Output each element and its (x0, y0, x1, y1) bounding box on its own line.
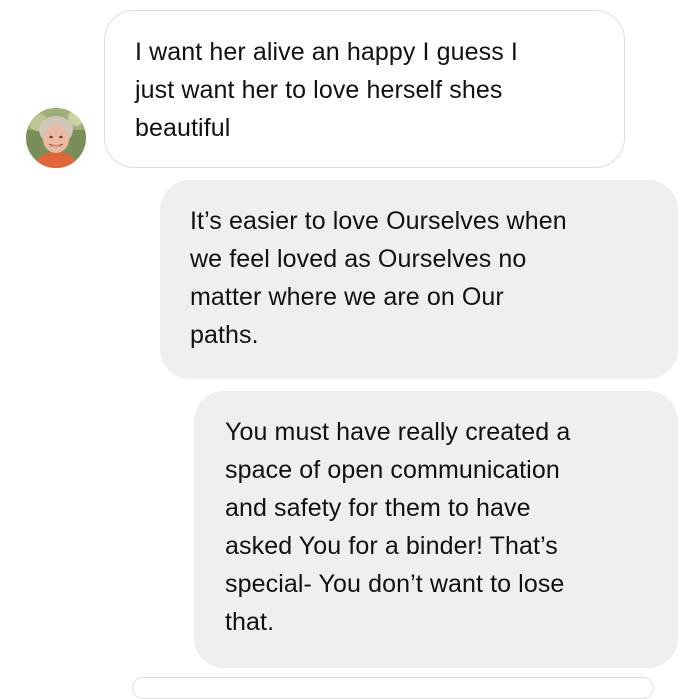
message-line: special- You don’t want to lose (225, 570, 565, 598)
message-line: asked You for a binder! That’s (225, 532, 558, 560)
message-line: space of open communication (225, 456, 560, 484)
message-line: beautiful (135, 114, 231, 142)
message-line: and safety for them to have (225, 494, 531, 522)
message-line: paths. (190, 321, 259, 349)
message-bubble-sent[interactable]: It’s easier to love Ourselves when we fe… (160, 180, 678, 379)
message-bubble-received[interactable]: I want her alive an happy I guess I just… (104, 10, 625, 168)
message-line: that. (225, 608, 275, 636)
message-bubble-sent[interactable]: You must have really created a space of … (194, 391, 678, 668)
user-avatar-photo-icon (26, 108, 86, 168)
message-line: It’s easier to love Ourselves when (190, 207, 567, 235)
message-line: just want her to love herself shes (135, 76, 503, 104)
message-line: I want her alive an happy I guess I (135, 38, 518, 66)
sender-avatar[interactable] (26, 108, 86, 168)
message-line: we feel loved as Ourselves no (190, 245, 527, 273)
message-line: You must have really created a (225, 418, 571, 446)
next-message-bubble-edge (132, 677, 654, 699)
message-line: matter where we are on Our (190, 283, 504, 311)
